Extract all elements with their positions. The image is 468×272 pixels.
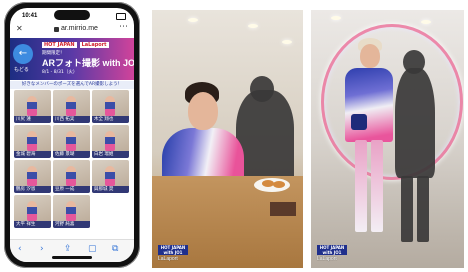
ceiling-light	[331, 16, 341, 20]
member-tile[interactable]: 木全 翔也	[92, 90, 129, 123]
member-face	[188, 92, 218, 130]
forward-icon[interactable]: ›	[40, 244, 44, 254]
member-tile[interactable]: 金城 碧海	[14, 125, 51, 158]
status-bar: 10:41	[10, 8, 134, 24]
member-figure	[105, 166, 115, 186]
member-tile[interactable]: 白岩 瑠姫	[92, 125, 129, 158]
phone-mockup: 10:41 ✕ ar.mirrio.me ⋯ ← もどる HOT JAPAN La…	[4, 2, 140, 268]
user-silhouette-head	[250, 76, 274, 102]
logo-hot-japan: HOT JAPAN	[42, 42, 77, 48]
member-name: 川尻 蓮	[14, 116, 51, 123]
food	[273, 181, 285, 188]
battery-icon	[116, 13, 126, 20]
bookmarks-icon[interactable]: ▢	[88, 244, 97, 254]
banner-title: ARフォト撮影 with JO1	[42, 58, 134, 68]
table-card	[270, 202, 296, 216]
user-silhouette-head	[403, 50, 425, 74]
member-face	[360, 44, 380, 68]
home-indicator	[52, 256, 92, 259]
member-name: 與那城 奨	[92, 186, 129, 193]
member-name: 佐藤 景瑚	[53, 151, 90, 158]
member-figure	[27, 96, 37, 116]
watermark-text: LaLaport	[317, 256, 337, 262]
member-leg	[371, 140, 383, 232]
watermark-badge: HOT JAPAN with JO1	[158, 245, 188, 255]
back-icon[interactable]: ‹	[18, 244, 22, 254]
ceiling-light	[282, 40, 292, 44]
member-figure	[66, 166, 76, 186]
more-icon[interactable]: ⋯	[119, 22, 128, 32]
ceiling-light	[248, 24, 258, 28]
user-silhouette-leg	[401, 176, 413, 242]
member-figure	[105, 131, 115, 151]
dynamic-island	[54, 10, 90, 20]
member-figure	[66, 96, 76, 116]
user-silhouette	[395, 68, 435, 178]
watermark: HOT JAPAN with JO1 LaLaport	[158, 245, 188, 262]
member-name: 金城 碧海	[14, 151, 51, 158]
browser-url-bar[interactable]: ✕ ar.mirrio.me ⋯	[16, 22, 128, 36]
watermark: HOT JAPAN with JO1 LaLaport	[317, 245, 347, 262]
ceiling-light	[421, 20, 431, 24]
watermark-badge: HOT JAPAN with JO1	[317, 245, 347, 255]
member-figure	[27, 131, 37, 151]
member-tile[interactable]: 川西 拓実	[53, 90, 90, 123]
member-name: 豆原 一成	[53, 186, 90, 193]
instruction-notice: 好きなメンバーのポーズを選んでAR撮影しよう！	[10, 81, 134, 89]
user-silhouette-leg	[417, 176, 429, 242]
user-silhouette	[236, 90, 294, 186]
member-leg	[355, 140, 367, 232]
member-name: 白岩 瑠姫	[92, 151, 129, 158]
ar-photo-seated: HOT JAPAN with JO1 LaLaport	[152, 10, 303, 268]
ar-photo-standing: HOT JAPAN with JO1 LaLaport	[311, 10, 464, 268]
member-tile[interactable]: 豆原 一成	[53, 160, 90, 193]
browser-toolbar: ‹ › ⇪ ▢ ⧉	[10, 239, 134, 262]
member-figure	[105, 96, 115, 116]
member-bag	[351, 114, 367, 130]
member-tile[interactable]: 大平 祥生	[14, 195, 51, 228]
member-jacket	[345, 68, 393, 142]
member-name: 大平 祥生	[14, 221, 51, 228]
campaign-banner: ← もどる HOT JAPAN LaLaport 期間限定！ ARフォト撮影 wi…	[10, 38, 134, 80]
tabs-icon[interactable]: ⧉	[112, 244, 118, 254]
member-tile[interactable]: 鶴房 汐恩	[14, 160, 51, 193]
ceiling-light	[188, 18, 198, 22]
member-name: 河野 純喜	[53, 221, 90, 228]
back-button[interactable]: ←	[13, 44, 33, 64]
logo-lalaport: LaLaport	[79, 42, 109, 48]
banner-date: 8/1 - 8/31（火）	[42, 70, 78, 75]
watermark-text: LaLaport	[158, 256, 178, 262]
member-tile[interactable]: 佐藤 景瑚	[53, 125, 90, 158]
share-icon[interactable]: ⇪	[64, 244, 72, 254]
member-figure	[66, 131, 76, 151]
member-figure	[27, 166, 37, 186]
back-label: もどる	[14, 67, 29, 73]
phone-screen: 10:41 ✕ ar.mirrio.me ⋯ ← もどる HOT JAPAN La…	[10, 8, 134, 262]
member-name: 川西 拓実	[53, 116, 90, 123]
member-tile[interactable]: 川尻 蓮	[14, 90, 51, 123]
member-tile[interactable]: 河野 純喜	[53, 195, 90, 228]
member-figure	[66, 201, 76, 221]
banner-logos: HOT JAPAN LaLaport	[42, 42, 112, 48]
lock-icon	[54, 27, 59, 32]
member-name: 鶴房 汐恩	[14, 186, 51, 193]
member-tile[interactable]: 與那城 奨	[92, 160, 129, 193]
status-time: 10:41	[22, 13, 38, 19]
member-name: 木全 翔也	[92, 116, 129, 123]
url-text[interactable]: ar.mirrio.me	[61, 25, 98, 32]
close-icon[interactable]: ✕	[16, 24, 23, 33]
member-figure	[27, 201, 37, 221]
